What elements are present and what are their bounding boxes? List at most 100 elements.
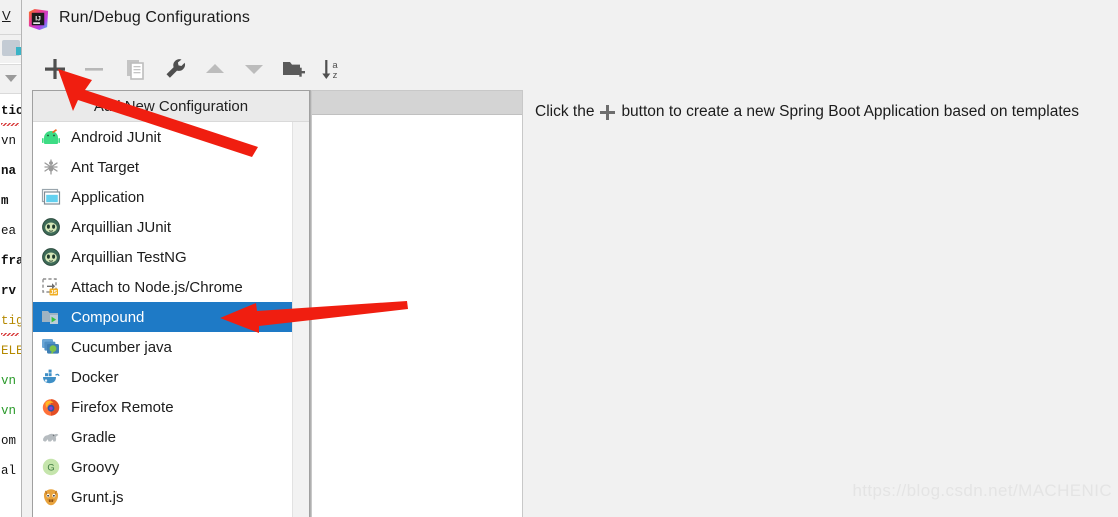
grunt-icon <box>43 489 59 506</box>
popup-item-label: Arquillian TestNG <box>71 248 187 266</box>
code-line: al <box>1 464 17 478</box>
code-line: rv <box>1 284 17 298</box>
popup-item-label: Docker <box>71 368 119 386</box>
code-line: ELE <box>1 344 22 358</box>
application-icon <box>41 188 61 205</box>
info-hint-suffix: button to create a new Spring Boot Appli… <box>621 103 1079 120</box>
android-icon <box>42 129 60 144</box>
folder-add-icon <box>283 62 305 77</box>
add-configuration-button[interactable] <box>38 52 72 88</box>
popup-item-cucumber-java[interactable]: Cucumber java <box>33 332 309 362</box>
svg-text:G: G <box>47 462 54 473</box>
code-line: tio <box>1 104 22 118</box>
ide-editor-code-sliver: tio vn na m ea fra rv tig ELE vn vn om a… <box>0 96 22 486</box>
copy-configuration-button <box>118 52 152 88</box>
svg-text:IJ: IJ <box>35 15 41 22</box>
code-line: fra <box>1 254 22 268</box>
popup-item-label: Application <box>71 188 145 206</box>
ide-menubar-sliver[interactable]: V <box>0 0 22 35</box>
popup-item-compound[interactable]: Compound <box>33 302 309 332</box>
popup-item-grunt-js[interactable]: Grunt.js <box>33 482 309 512</box>
popup-item-attach-to-node-js-chrome[interactable]: JS Attach to Node.js/Chrome <box>33 272 309 302</box>
code-line: vn <box>1 134 17 148</box>
arrow-up-icon <box>206 64 224 73</box>
compound-icon <box>42 311 58 324</box>
copy-icon <box>127 60 144 80</box>
ant-icon <box>44 159 58 175</box>
sort-button[interactable]: a z <box>315 52 349 88</box>
menu-item-view-partial[interactable]: V <box>2 8 11 23</box>
svg-text:z: z <box>333 70 338 81</box>
popup-right-edge <box>310 90 311 517</box>
code-line: na <box>1 164 17 178</box>
move-down-button <box>237 52 271 88</box>
code-line: m <box>1 194 9 208</box>
move-up-button <box>198 52 232 88</box>
info-panel-hint: Click the button to create a new Spring … <box>535 103 1079 121</box>
code-line: vn <box>1 374 17 388</box>
plus-icon <box>45 59 65 79</box>
popup-item-label: Firefox Remote <box>71 398 174 416</box>
cucumber-icon <box>42 339 59 354</box>
svg-text:JS: JS <box>50 290 57 296</box>
intellij-idea-logo-icon: IJ <box>28 8 49 31</box>
dialog-titlebar: IJ Run/Debug Configurations <box>22 0 1118 39</box>
sort-az-icon: a z <box>322 60 338 81</box>
popup-item-label: Android JUnit <box>71 128 162 146</box>
arrow-down-icon <box>245 65 263 74</box>
wrench-icon <box>166 59 186 78</box>
popup-item-label: Arquillian JUnit <box>71 218 172 236</box>
add-new-configuration-popup[interactable]: Add New Configuration Android JUnit Ant T… <box>32 90 310 517</box>
popup-item-application[interactable]: Application <box>33 182 309 212</box>
run-debug-configurations-screenshot: V tio vn na m ea fra rv tig ELE vn vn om… <box>0 0 1118 517</box>
popup-scrollbar[interactable] <box>292 122 309 517</box>
code-line: om <box>1 434 17 448</box>
ide-toolbar-sliver <box>0 35 22 63</box>
popup-item-label: Groovy <box>71 458 120 476</box>
ide-tab-row-sliver <box>0 64 22 94</box>
arquillian-icon <box>42 218 60 236</box>
popup-item-arquillian-testng[interactable]: Arquillian TestNG <box>33 242 309 272</box>
new-folder-button[interactable] <box>276 52 310 88</box>
popup-item-label: Gradle <box>71 428 117 446</box>
run-debug-configurations-dialog: IJ Run/Debug Configurations a z Click th… <box>22 0 1118 517</box>
popup-item-label: Ant Target <box>71 158 140 176</box>
popup-item-label: Grunt.js <box>71 488 124 506</box>
configuration-info-panel: Click the button to create a new Spring … <box>523 90 1118 517</box>
configurations-list-panel[interactable] <box>311 90 523 517</box>
watermark-text: https://blog.csdn.net/MACHENIC <box>852 481 1112 500</box>
remove-configuration-button <box>77 52 111 88</box>
configurations-list-panel-header <box>312 91 522 115</box>
gradle-icon <box>43 433 59 442</box>
popup-item-groovy[interactable]: G Groovy <box>33 452 309 482</box>
code-line: tig <box>1 314 22 328</box>
popup-header-title: Add New Configuration <box>33 91 309 122</box>
info-hint-prefix: Click the <box>535 103 595 120</box>
plus-icon <box>600 104 616 120</box>
popup-item-list[interactable]: Android JUnit Ant Target Application Arquil… <box>33 122 309 512</box>
popup-item-firefox-remote[interactable]: Firefox Remote <box>33 392 309 422</box>
popup-item-docker[interactable]: Docker <box>33 362 309 392</box>
error-squiggle <box>1 333 19 336</box>
popup-item-label: Compound <box>71 308 145 326</box>
code-line: ea <box>1 224 17 238</box>
error-squiggle <box>1 123 19 126</box>
ide-background-strip: V tio vn na m ea fra rv tig ELE vn vn om… <box>0 0 22 517</box>
popup-item-gradle[interactable]: Gradle <box>33 422 309 452</box>
nodejs-attach-icon: JS <box>42 278 58 296</box>
code-line: vn <box>1 404 17 418</box>
popup-item-arquillian-junit[interactable]: Arquillian JUnit <box>33 212 309 242</box>
popup-item-ant-target[interactable]: Ant Target <box>33 152 309 182</box>
popup-item-label: Attach to Node.js/Chrome <box>71 278 243 296</box>
edit-templates-button[interactable] <box>159 52 193 88</box>
firefox-icon <box>42 399 60 416</box>
popup-item-label: Cucumber java <box>71 338 172 356</box>
chevron-down-icon[interactable] <box>5 75 17 82</box>
popup-scrollbar-thumb[interactable] <box>295 124 307 334</box>
dialog-title: Run/Debug Configurations <box>59 9 250 26</box>
minus-icon <box>85 68 103 71</box>
dialog-toolbar: a z <box>22 52 1118 90</box>
popup-item-android-junit[interactable]: Android JUnit <box>33 122 309 152</box>
arquillian-icon <box>42 248 60 266</box>
groovy-icon: G <box>42 458 60 476</box>
